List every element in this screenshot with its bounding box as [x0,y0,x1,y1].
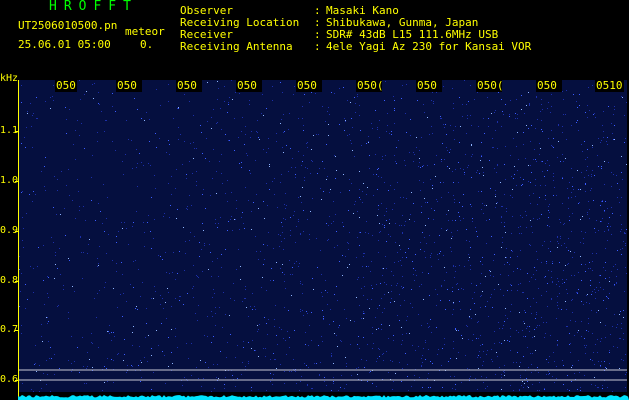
meteor-label: meteor [125,25,165,38]
y-axis-line [18,80,19,398]
meta-separator: : [314,40,321,53]
signal-baseline [18,395,629,400]
signal-trace [18,395,629,400]
meta-value: 4ele Yagi Az 230 for Kansai VOR [326,40,532,53]
meta-label: Receiving Antenna [180,40,293,53]
y-tick-mark [15,281,19,282]
meteor-count: 0. [140,38,154,51]
spectrogram [19,80,627,392]
y-tick-mark [15,380,19,381]
title-hroft: HROFFT [49,0,138,14]
y-tick-mark [15,131,19,132]
meta-antenna: Receiving Antenna : 4ele Yagi Az 230 for… [180,41,531,53]
observation-datetime: 25.06.01 05:00 [18,38,111,51]
y-axis-unit: kHz [0,73,19,84]
y-tick-mark [15,330,19,331]
observation-metadata: Observer : Masaki Kano Receiving Locatio… [180,5,531,53]
file-name: UT2506010500.pn [18,19,118,32]
y-tick-mark [15,231,19,232]
spectrogram-canvas [19,80,627,392]
y-tick-mark [15,181,19,182]
spectrogram-background [19,80,627,392]
